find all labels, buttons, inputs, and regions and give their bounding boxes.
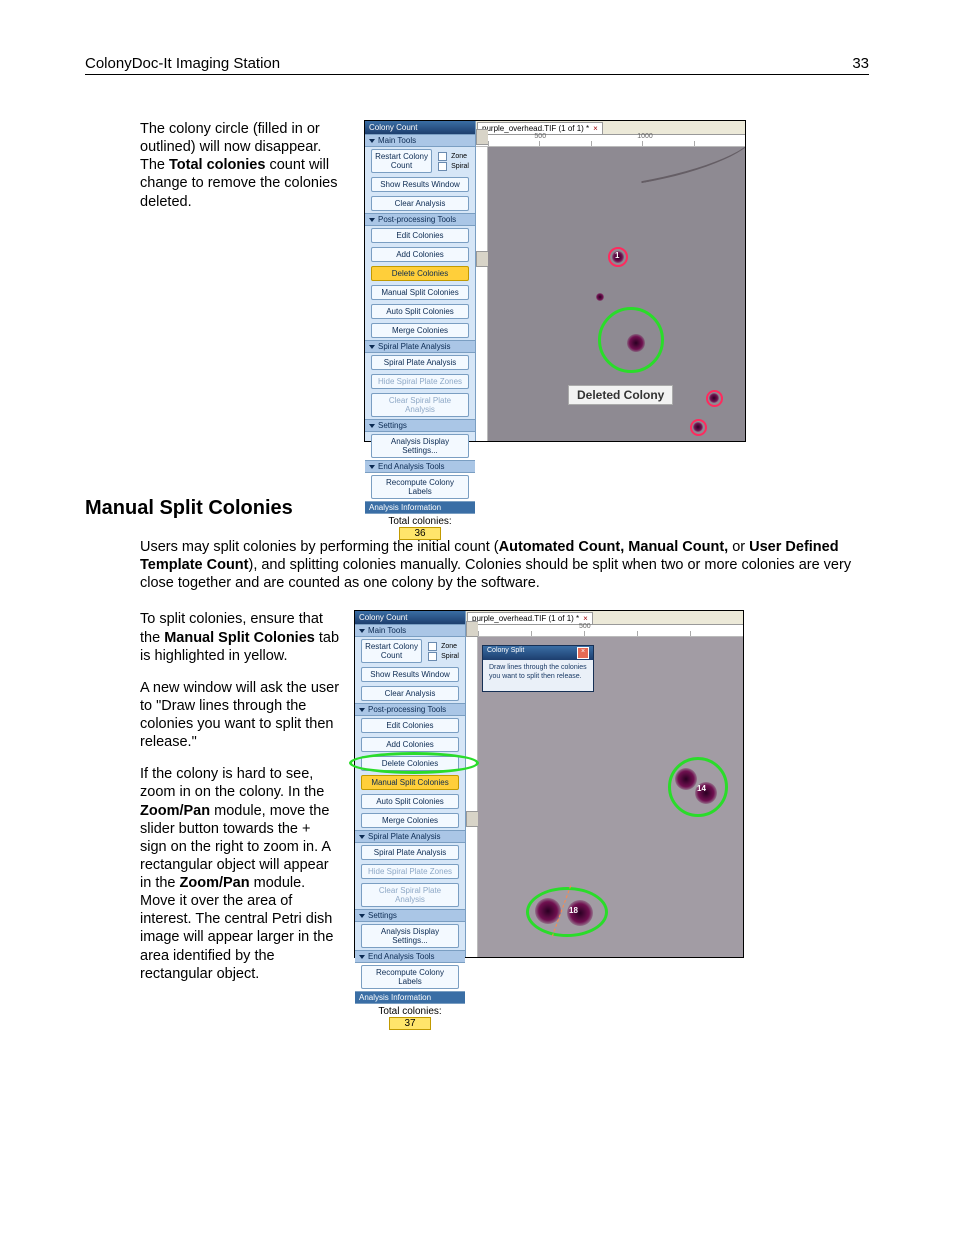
sidebar: Colony Count Main Tools Restart Colony C… [355, 611, 466, 957]
header-title: ColonyDoc-It Imaging Station [85, 55, 280, 72]
scroll-handle[interactable] [476, 129, 488, 145]
clear-button[interactable]: Clear Analysis [361, 686, 459, 701]
petri-dish-view[interactable]: Colony Split × Draw lines through the col… [478, 637, 743, 957]
intro-paragraph: Users may split colonies by performing t… [85, 538, 869, 592]
tabbar: purple_overhead.TIF (1 of 1) *× [466, 611, 743, 625]
totals: Total colonies: 36 [365, 514, 475, 544]
ruler-h: 5001000 [476, 135, 745, 147]
colony-split-dialog: Colony Split × Draw lines through the col… [482, 645, 594, 692]
spa-button[interactable]: Spiral Plate Analysis [371, 355, 469, 370]
sidebar: Colony Count Main Tools Restart Colony C… [365, 121, 476, 441]
close-icon[interactable]: × [583, 614, 588, 623]
asplit-button[interactable]: Auto Split Colonies [371, 304, 469, 319]
sh-settings[interactable]: Settings [365, 419, 475, 432]
csp-button: Clear Spiral Plate Analysis [361, 883, 459, 907]
ruler-v [466, 637, 478, 957]
ads-button[interactable]: Analysis Display Settings... [361, 924, 459, 948]
sh-spa[interactable]: Spiral Plate Analysis [355, 830, 465, 843]
spa-button[interactable]: Spiral Plate Analysis [361, 845, 459, 860]
hsp-button: Hide Spiral Plate Zones [371, 374, 469, 389]
sh-info: Analysis Information [355, 991, 465, 1004]
edit-button[interactable]: Edit Colonies [361, 718, 459, 733]
split-text-column: To split colonies, ensure that the Manua… [85, 610, 340, 982]
colony-spot [596, 293, 604, 301]
merge-button[interactable]: Merge Colonies [361, 813, 459, 828]
add-button[interactable]: Add Colonies [371, 247, 469, 262]
totals-value: 37 [389, 1017, 431, 1030]
figure-deleted-colony: Colony Count Main Tools Restart Colony C… [364, 120, 746, 442]
totals: Total colonies: 37 [355, 1004, 465, 1034]
colony-marker[interactable] [706, 390, 723, 407]
close-icon[interactable]: × [577, 647, 589, 659]
close-icon[interactable]: × [593, 124, 598, 133]
ads-button[interactable]: Analysis Display Settings... [371, 434, 469, 458]
sidebar-title: Colony Count [355, 611, 465, 624]
hsp-button: Hide Spiral Plate Zones [361, 864, 459, 879]
ruler-v [476, 147, 488, 441]
asplit-button[interactable]: Auto Split Colonies [361, 794, 459, 809]
sh-info: Analysis Information [365, 501, 475, 514]
section-heading: Manual Split Colonies [85, 497, 869, 520]
spiral-checkbox[interactable] [428, 652, 437, 661]
zone-checkbox[interactable] [438, 152, 447, 161]
sh-eat[interactable]: End Analysis Tools [365, 460, 475, 473]
colony-marker[interactable] [690, 419, 707, 436]
sh-main[interactable]: Main Tools [365, 134, 475, 147]
add-button[interactable]: Add Colonies [361, 737, 459, 752]
show-results-button[interactable]: Show Results Window [371, 177, 469, 192]
totals-value: 36 [399, 527, 441, 540]
scroll-handle[interactable] [476, 251, 488, 267]
petri-dish-view[interactable]: 1 Deleted Colony [488, 147, 745, 441]
deleted-colony-label: Deleted Colony [568, 385, 673, 405]
sh-settings[interactable]: Settings [355, 909, 465, 922]
restart-button[interactable]: Restart Colony Count [361, 639, 422, 663]
sh-post[interactable]: Post-processing Tools [365, 213, 475, 226]
colony-marker[interactable]: 1 [608, 247, 628, 267]
dialog-title: Colony Split [487, 647, 524, 659]
msplit-button[interactable]: Manual Split Colonies [371, 285, 469, 300]
sh-post[interactable]: Post-processing Tools [355, 703, 465, 716]
sidebar-title: Colony Count [365, 121, 475, 134]
deleted-colony-ring [598, 307, 664, 373]
scroll-handle[interactable] [466, 811, 478, 827]
show-results-button[interactable]: Show Results Window [361, 667, 459, 682]
page-header: ColonyDoc-It Imaging Station 33 [85, 55, 869, 75]
file-tab[interactable]: purple_overhead.TIF (1 of 1) *× [467, 612, 593, 624]
recompute-button[interactable]: Recompute Colony Labels [361, 965, 459, 989]
ruler-h: 500 [466, 625, 743, 637]
delete-button[interactable]: Delete Colonies [371, 266, 469, 281]
streak [636, 147, 745, 183]
sh-spa[interactable]: Spiral Plate Analysis [365, 340, 475, 353]
zone-checkbox[interactable] [428, 642, 437, 651]
restart-button[interactable]: Restart Colony Count [371, 149, 432, 173]
csp-button: Clear Spiral Plate Analysis [371, 393, 469, 417]
dialog-body: Draw lines through the colonies you want… [483, 660, 593, 691]
clear-button[interactable]: Clear Analysis [371, 196, 469, 211]
page-number: 33 [852, 55, 869, 72]
edit-button[interactable]: Edit Colonies [371, 228, 469, 243]
recompute-button[interactable]: Recompute Colony Labels [371, 475, 469, 499]
colony-ring[interactable]: 14 [668, 757, 728, 817]
sh-eat[interactable]: End Analysis Tools [355, 950, 465, 963]
tabbar: purple_overhead.TIF (1 of 1) *× [476, 121, 745, 135]
scroll-handle[interactable] [466, 621, 478, 637]
figure-split-colony: Colony Count Main Tools Restart Colony C… [354, 610, 744, 958]
msplit-button[interactable]: Manual Split Colonies [361, 775, 459, 790]
delete-colony-text: The colony circle (filled in or outlined… [85, 120, 350, 442]
spiral-checkbox[interactable] [438, 162, 447, 171]
colony-ring[interactable]: 18 [526, 887, 608, 937]
merge-button[interactable]: Merge Colonies [371, 323, 469, 338]
sh-main[interactable]: Main Tools [355, 624, 465, 637]
